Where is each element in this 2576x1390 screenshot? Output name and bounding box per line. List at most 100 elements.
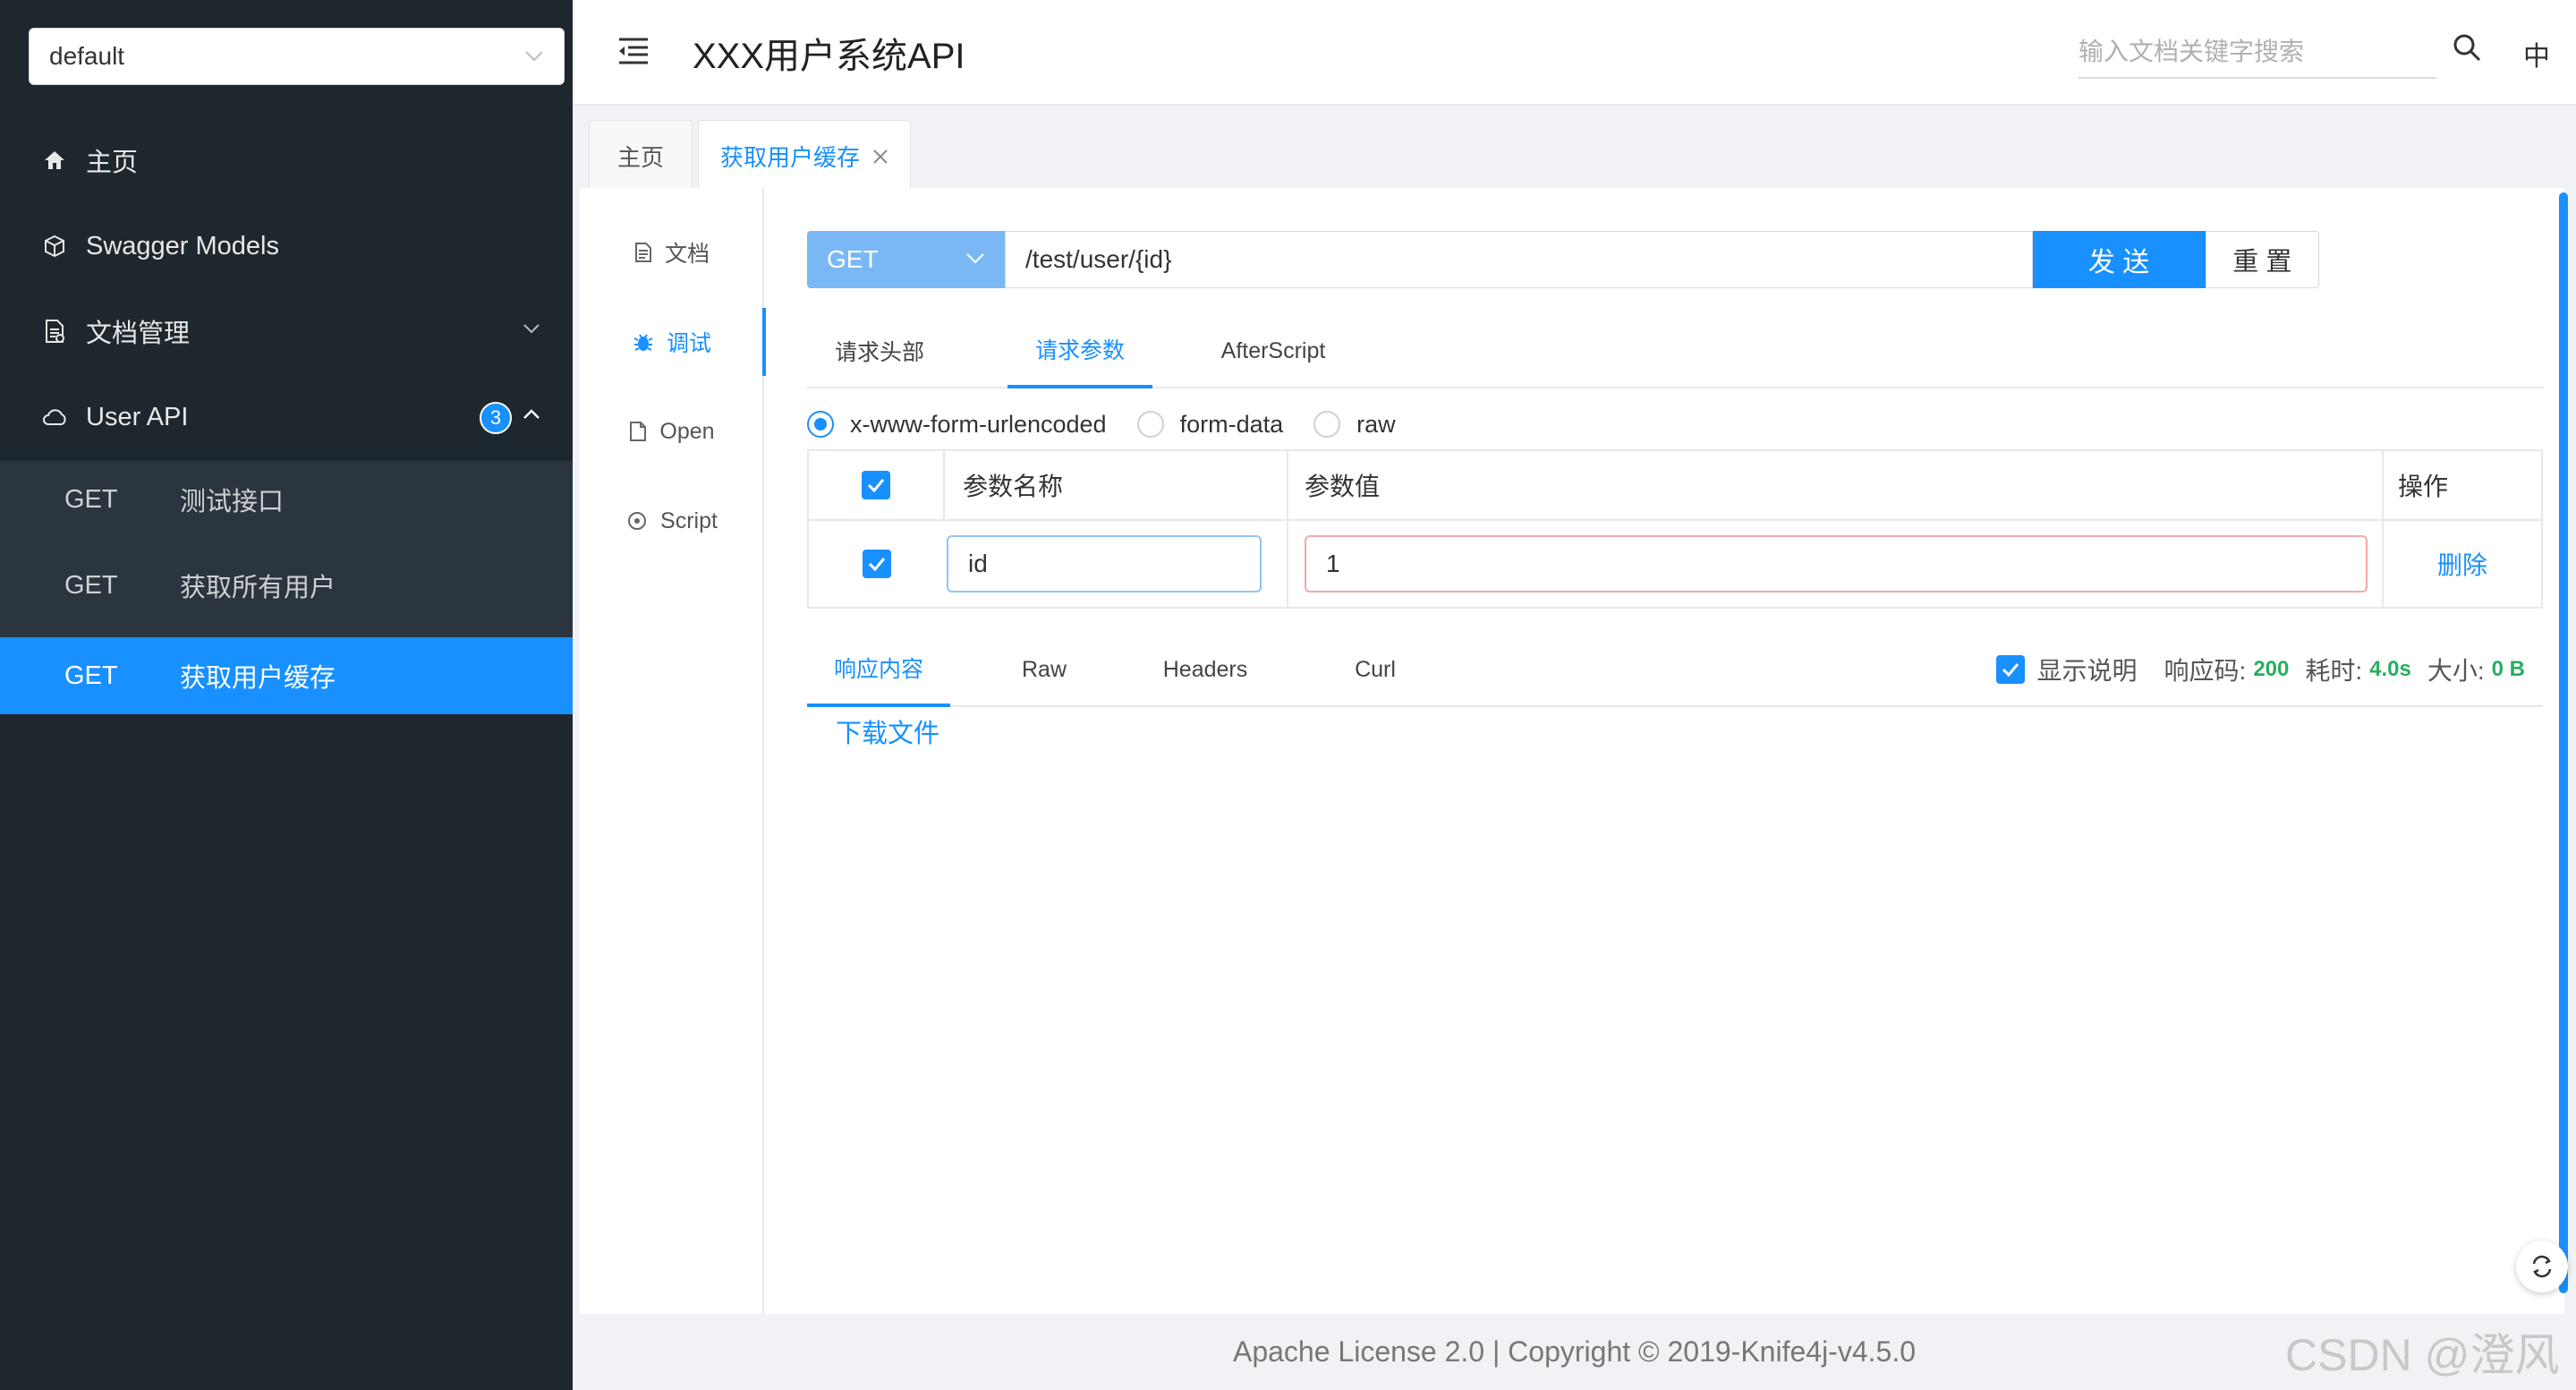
method-select[interactable]: GET: [807, 231, 1006, 288]
select-all-checkbox[interactable]: [862, 471, 890, 499]
main-panel: 文档 调试 Open Script GET 发 送 重 置 请求头部: [580, 188, 2564, 1314]
side-tab-label: Script: [660, 507, 718, 533]
url-input[interactable]: [1005, 231, 2033, 288]
radio-form-data[interactable]: form-data: [1136, 410, 1284, 439]
table-header: 参数名称 参数值 操作: [809, 451, 2541, 521]
side-tabs: 文档 调试 Open Script: [580, 188, 766, 1314]
side-tab-open[interactable]: Open: [580, 405, 764, 458]
side-tab-doc[interactable]: 文档: [580, 226, 764, 279]
tab-after-script[interactable]: AfterScript: [1201, 313, 1346, 388]
sidebar-item-label: 主页: [86, 149, 139, 177]
check-icon: [868, 558, 886, 571]
row-checkbox[interactable]: [863, 550, 891, 578]
sidebar-subitem-test[interactable]: GET 测试接口: [0, 461, 573, 538]
tab-home[interactable]: 主页: [589, 120, 693, 192]
header-param-name: 参数名称: [945, 451, 1288, 519]
menu-fold-icon[interactable]: [616, 36, 651, 66]
request-tabs: 请求头部 请求参数 AfterScript: [807, 313, 2543, 388]
float-action-button[interactable]: [2516, 1241, 2568, 1292]
tab-request-headers[interactable]: 请求头部: [807, 313, 952, 388]
sidebar-subitem-user-cache[interactable]: GET 获取用户缓存: [0, 637, 573, 714]
chevron-up-icon: [523, 409, 540, 419]
sidebar: default 主页 Swagger Models 文档管理 User API …: [0, 0, 573, 1390]
radio-urlencoded[interactable]: x-www-form-urlencoded: [807, 411, 1107, 439]
count-badge: 3: [480, 402, 512, 434]
tab-request-params[interactable]: 请求参数: [1007, 313, 1152, 388]
watermark: CSDN @澄风: [2285, 1330, 2560, 1380]
size-value: 0 B: [2491, 657, 2525, 681]
method-label: GET: [64, 661, 118, 690]
tab-label: 主页: [616, 144, 664, 171]
cloud-icon: [41, 404, 68, 431]
language-switch[interactable]: 中: [2523, 34, 2550, 73]
download-file-link[interactable]: 下载文件: [836, 712, 939, 750]
close-icon[interactable]: [872, 149, 888, 165]
response-meta: 显示说明 响应码: 200 耗时: 4.0s 大小: 0 B: [1995, 652, 2525, 687]
sidebar-item-user-api[interactable]: User API 3: [0, 377, 573, 457]
page-tab-bar: 主页 获取用户缓存: [573, 107, 2576, 192]
chevron-down-icon: [966, 253, 984, 264]
tab-response-curl[interactable]: Curl: [1326, 632, 1424, 707]
response-tabs: 响应内容 Raw Headers Curl 显示说明 响应码: 200 耗时: …: [807, 632, 2543, 707]
sidebar-item-label: 文档管理: [86, 320, 191, 348]
show-desc-checkbox[interactable]: [1995, 655, 2025, 684]
send-button[interactable]: 发 送: [2032, 231, 2206, 288]
status-code-value: 200: [2253, 657, 2290, 681]
file-icon: [630, 422, 647, 441]
reset-button[interactable]: 重 置: [2205, 231, 2319, 288]
doc-manage-icon: [41, 318, 68, 345]
method-label: GET: [64, 484, 118, 514]
radio-label: raw: [1356, 410, 1396, 438]
tab-user-cache[interactable]: 获取用户缓存: [698, 120, 911, 192]
row-select-cell: [809, 521, 945, 607]
app-title: XXX用户系统API: [693, 37, 965, 76]
footer: Apache License 2.0 | Copyright © 2019-Kn…: [573, 1314, 2576, 1390]
tab-response-headers[interactable]: Headers: [1138, 632, 1272, 707]
chevron-down-icon: [525, 51, 543, 62]
row-action-cell: 删除: [2384, 521, 2541, 607]
user-api-submenu: GET 测试接口 GET 获取所有用户 GET 获取用户缓存: [0, 461, 573, 714]
bug-icon: [633, 334, 653, 351]
tab-label: 获取用户缓存: [719, 144, 860, 171]
method-label: GET: [64, 570, 118, 600]
row-name-cell: [945, 521, 1288, 607]
sidebar-item-home[interactable]: 主页: [0, 120, 573, 200]
search-input[interactable]: [2079, 27, 2436, 79]
size-label: 大小:: [2427, 657, 2485, 685]
swap-icon: [2532, 1255, 2552, 1278]
time-label: 耗时:: [2305, 657, 2363, 685]
debug-content: GET 发 送 重 置 请求头部 请求参数 AfterScript x-www-…: [807, 188, 2543, 1314]
radio-label: x-www-form-urlencoded: [850, 410, 1107, 438]
group-select-value: default: [49, 42, 125, 70]
endpoint-label: 获取所有用户: [180, 574, 336, 602]
group-select[interactable]: default: [29, 28, 565, 85]
tab-response-raw[interactable]: Raw: [995, 632, 1093, 707]
endpoint-label: 获取用户缓存: [180, 664, 336, 693]
tab-response-content[interactable]: 响应内容: [807, 632, 950, 707]
delete-link[interactable]: 删除: [2437, 546, 2487, 582]
side-tab-label: Open: [659, 418, 715, 444]
check-icon: [2002, 663, 2019, 677]
param-value-input[interactable]: [1305, 535, 2368, 593]
header-select-all: [809, 451, 945, 519]
search-icon[interactable]: [2452, 32, 2482, 63]
sidebar-item-swagger-models[interactable]: Swagger Models: [0, 206, 573, 286]
radio-label: form-data: [1179, 410, 1284, 438]
scrollbar[interactable]: [2559, 192, 2568, 1293]
sidebar-item-label: User API: [86, 402, 189, 431]
sidebar-item-doc-manage[interactable]: 文档管理: [0, 291, 573, 371]
chevron-down-icon: [523, 324, 540, 334]
radio-raw[interactable]: raw: [1314, 411, 1396, 439]
sidebar-subitem-all-users[interactable]: GET 获取所有用户: [0, 547, 573, 624]
header: XXX用户系统API 中: [573, 0, 2576, 106]
param-table: 参数名称 参数值 操作 删除: [807, 449, 2543, 609]
side-tab-script[interactable]: Script: [580, 494, 764, 548]
side-tab-debug[interactable]: 调试: [580, 308, 766, 376]
row-value-cell: [1288, 521, 2384, 607]
time-value: 4.0s: [2369, 657, 2411, 681]
method-select-value: GET: [827, 245, 879, 273]
sidebar-item-label: Swagger Models: [86, 231, 279, 260]
param-name-input[interactable]: [947, 535, 1262, 593]
radio-circle: [1136, 411, 1164, 438]
cube-icon: [41, 233, 68, 260]
